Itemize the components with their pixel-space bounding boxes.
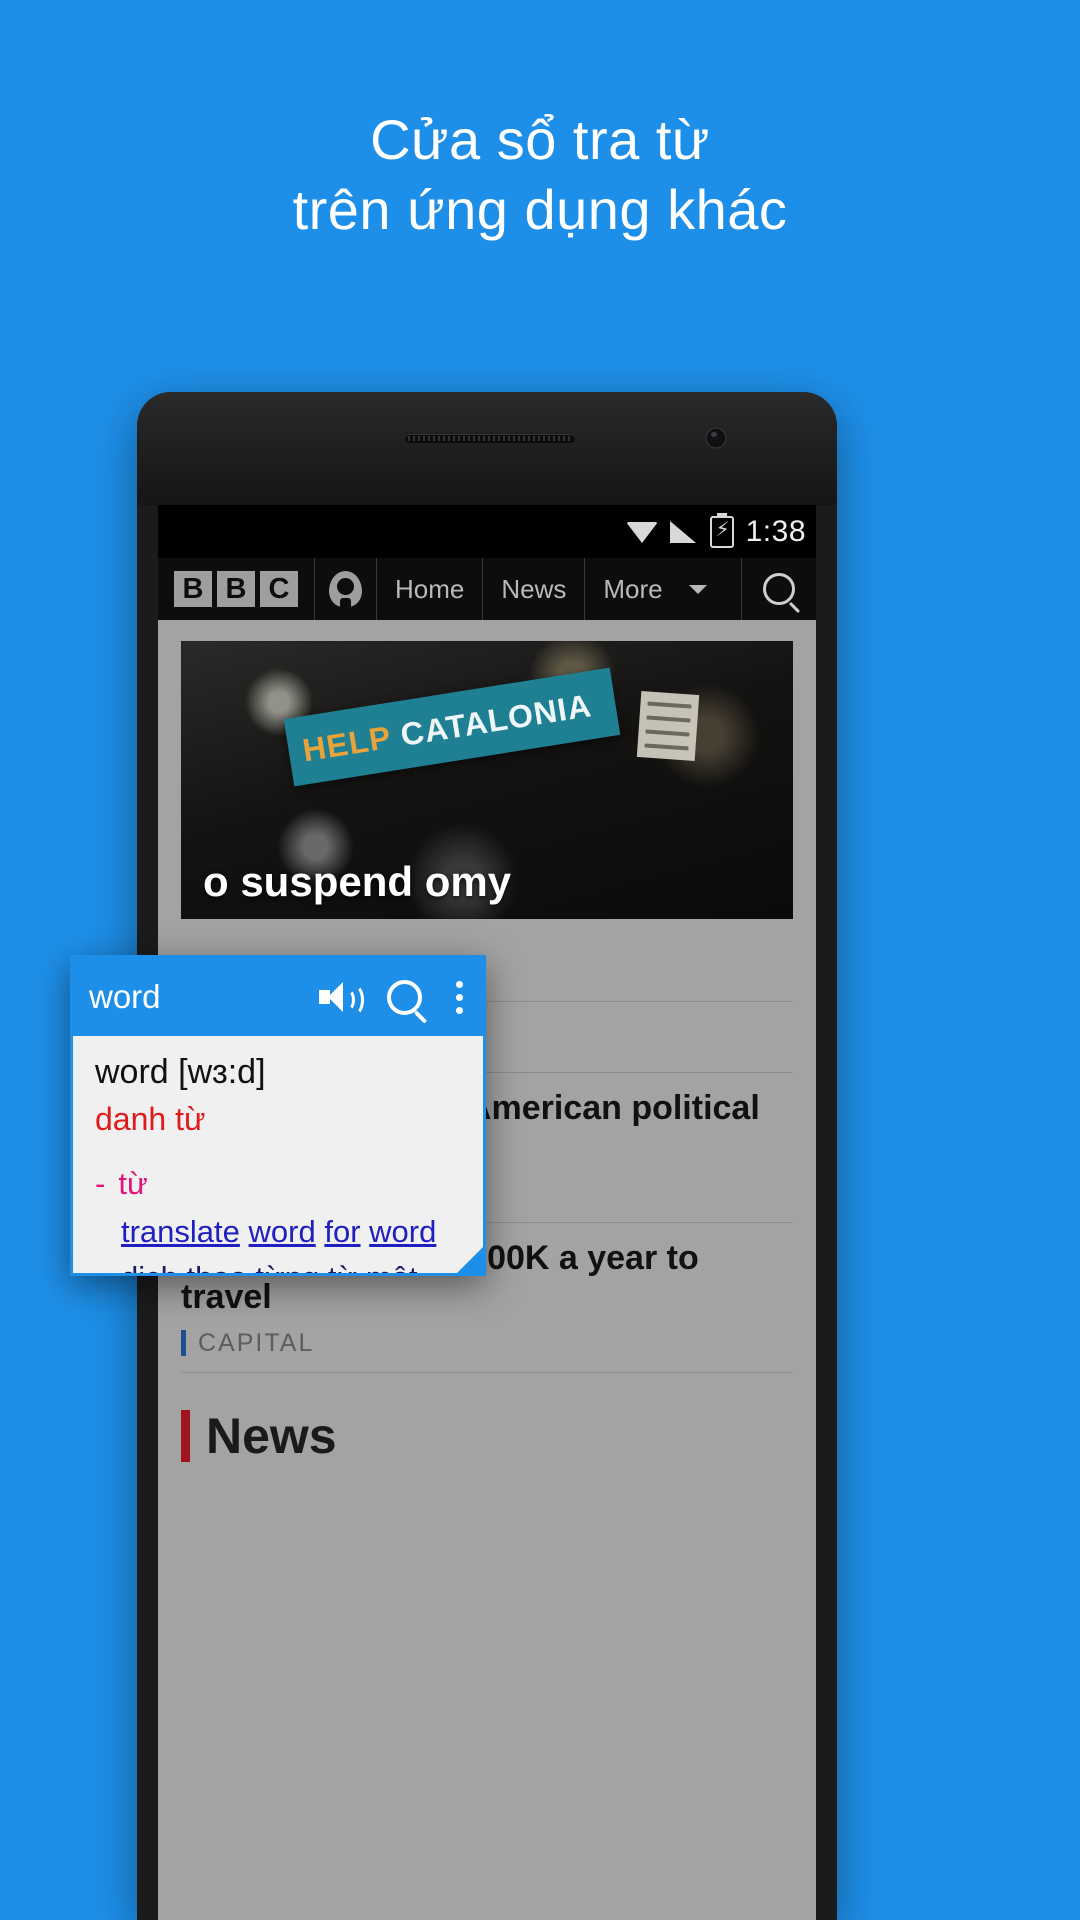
sense-translation: dịch theo từng từ một bbox=[95, 1259, 461, 1273]
example-word-link[interactable]: word bbox=[249, 1214, 316, 1249]
sense-gloss: từ bbox=[118, 1166, 148, 1202]
popup-resize-handle[interactable] bbox=[457, 1247, 483, 1273]
dictionary-query-word[interactable]: word bbox=[89, 978, 161, 1016]
overflow-menu-icon[interactable] bbox=[456, 980, 463, 1014]
promo-headline: Cửa sổ tra từ trên ứng dụng khác bbox=[0, 105, 1080, 245]
promo-headline-line2: trên ứng dụng khác bbox=[292, 178, 788, 241]
dictionary-popup-actions bbox=[319, 979, 467, 1016]
sense-dash: - bbox=[95, 1166, 106, 1202]
sense-example: translate word for word bbox=[95, 1213, 461, 1252]
dictionary-headword: word [wɜ:d] bbox=[95, 1053, 266, 1091]
dictionary-popup: word word [wɜ:d] danh từ - từ translate … bbox=[70, 955, 486, 1276]
dictionary-popup-header: word bbox=[73, 958, 483, 1036]
speaker-icon[interactable] bbox=[319, 982, 364, 1016]
earpiece-speaker-grille bbox=[408, 436, 572, 441]
example-word-link[interactable]: for bbox=[324, 1214, 360, 1249]
search-icon[interactable] bbox=[387, 979, 422, 1015]
phone-bezel bbox=[137, 392, 837, 505]
dictionary-part-of-speech: danh từ bbox=[95, 1101, 206, 1138]
example-word-link[interactable]: translate bbox=[121, 1214, 240, 1249]
dictionary-sense: - từ translate word for word dịch theo t… bbox=[73, 1165, 483, 1273]
front-camera bbox=[705, 427, 727, 449]
dictionary-popup-body: word [wɜ:d] danh từ - từ translate word … bbox=[73, 1036, 483, 1273]
promo-headline-line1: Cửa sổ tra từ bbox=[370, 108, 710, 171]
example-word-link[interactable]: word bbox=[369, 1214, 436, 1249]
sense-gloss-row: - từ bbox=[95, 1165, 461, 1202]
